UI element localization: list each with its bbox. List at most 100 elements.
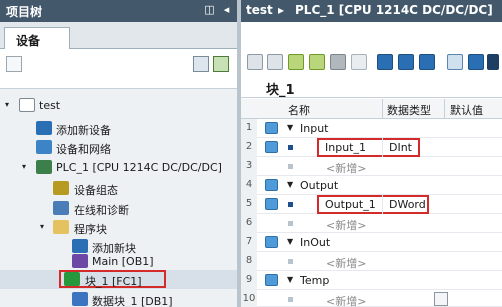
tree-options-icon[interactable] [213,56,229,72]
tree-item-label: test [39,99,61,112]
add-rows-icon[interactable] [309,54,325,70]
column-header-datatype[interactable]: 数据类型 [387,102,431,118]
interface-table-header: 名称 数据类型 默认值 [241,99,502,119]
column-header-name[interactable]: 名称 [288,102,310,118]
table-row[interactable]: 9 ▼ Temp [241,271,502,290]
collapse-panel-icon[interactable]: ◂ [220,3,233,17]
insert-row-icon[interactable] [247,54,263,70]
table-row[interactable]: 5 Output_1 DWord [241,195,502,214]
comment-icon[interactable] [447,54,463,70]
monitor-icon[interactable] [468,54,484,70]
load-values-icon[interactable] [351,54,367,70]
block-title: 块_1 [266,83,295,98]
add-device-icon [36,121,52,135]
tree-item-label: 块_1 [FC1] [85,275,142,288]
document-icon [19,98,35,112]
expand-arrow-icon[interactable]: ▼ [287,180,293,189]
tree-toolbar [0,49,237,89]
tree-item-label: 添加新设备 [56,124,111,137]
expand-arrow-icon[interactable]: ▼ [287,237,293,246]
input-section-icon [265,122,278,134]
param-marker-icon [288,164,293,169]
block-title-bar: 块_1 [241,76,502,98]
row-number: 6 [241,214,257,233]
more-tools-icon[interactable] [487,54,499,70]
add-row-icon[interactable] [288,54,304,70]
table-row[interactable]: 1 ▼ Input [241,119,502,138]
expand-arrow-icon[interactable]: ▾ [5,100,15,110]
tree-item-label: Main [OB1] [92,255,154,268]
cell-divider [382,195,383,214]
expand-arrow-icon[interactable]: ▼ [287,123,293,132]
breadcrumb-project[interactable]: test [246,3,273,17]
param-datatype[interactable]: DWord [389,198,426,211]
project-tree-panel: 项目树 ◫ ◂ 设备 ▾ test 添加新设备 设备和网络 ▾ PLC_1 [C… [0,0,237,307]
tree-item-label: 设备组态 [74,184,118,197]
tree-item-online-diagnostics[interactable]: 在线和诊断 [0,199,237,218]
table-row[interactable]: 8 <新增> [241,252,502,271]
snapshot-icon[interactable] [330,54,346,70]
tree-item-device-config[interactable]: 设备组态 [0,179,237,198]
row-number: 3 [241,157,257,176]
expand-arrow-icon[interactable]: ▾ [40,222,50,232]
add-new-row[interactable]: <新增> [326,160,366,176]
row-number: 10 [241,290,257,307]
new-item-icon[interactable] [6,56,22,72]
fc-block-icon [64,272,80,286]
outdent-icon[interactable] [419,54,435,70]
tree-item-devices-networks[interactable]: 设备和网络 [0,138,237,157]
tab-devices[interactable]: 设备 [4,27,70,50]
column-header-default[interactable]: 默认值 [450,102,483,118]
overview-icon[interactable] [193,56,209,72]
delete-row-icon[interactable] [267,54,283,70]
table-row[interactable]: 4 ▼ Output [241,176,502,195]
online-diagnostics-icon [53,201,69,215]
table-row[interactable]: 2 Input_1 DInt [241,138,502,157]
add-block-icon [72,239,88,253]
param-name[interactable]: Input_1 [325,141,366,154]
expand-arrow-icon[interactable]: ▼ [287,275,293,284]
tree-item-datablock1-db1[interactable]: 数据块_1 [DB1] [0,290,237,307]
add-new-row[interactable]: <新增> [326,293,366,307]
table-row[interactable]: 3 <新增> [241,157,502,176]
column-divider [382,99,383,119]
cell-divider [382,138,383,157]
block-editor: test ▸ PLC_1 [CPU 1214C DC/DC/DC] 块_1 名称… [241,0,502,307]
row-number: 4 [241,176,257,195]
tree-item-plc[interactable]: ▾ PLC_1 [CPU 1214C DC/DC/DC] [0,158,237,177]
tree-item-program-blocks[interactable]: ▾ 程序块 [0,218,237,237]
add-new-row[interactable]: <新增> [326,255,366,271]
tree-item-block1-fc1[interactable]: 块_1 [FC1] [0,270,237,289]
plc-icon [36,160,52,174]
breadcrumb-separator: ▸ [278,3,285,17]
input-param-icon [265,141,278,153]
table-row[interactable]: 7 ▼ InOut [241,233,502,252]
table-row[interactable]: 6 <新增> [241,214,502,233]
align-icon[interactable] [377,54,393,70]
add-new-row[interactable]: <新增> [326,217,366,233]
row-number: 7 [241,233,257,252]
section-name: Temp [300,274,330,287]
float-panel-icon[interactable]: ◫ [203,3,216,17]
breadcrumb-plc[interactable]: PLC_1 [CPU 1214C DC/DC/DC] [295,3,493,17]
row-number: 8 [241,252,257,271]
param-name[interactable]: Output_1 [325,198,376,211]
row-number: 1 [241,119,257,138]
column-divider [444,99,445,119]
table-row[interactable]: 10 <新增> [241,290,502,307]
tree-item-label: 在线和诊断 [74,204,129,217]
section-name: Output [300,179,339,192]
indent-icon[interactable] [398,54,414,70]
datatype-picker-icon[interactable] [434,292,448,306]
expand-arrow-icon[interactable]: ▾ [22,162,32,172]
param-datatype[interactable]: DInt [389,141,412,154]
tree-item-add-device[interactable]: 添加新设备 [0,119,237,138]
param-marker-icon [288,221,293,226]
tree-item-label: 程序块 [74,223,107,236]
tree-item-main-ob1[interactable]: Main [OB1] [0,252,237,271]
row-number: 5 [241,195,257,214]
inout-section-icon [265,236,278,248]
devices-networks-icon [36,140,52,154]
tree-item-test[interactable]: ▾ test [0,96,237,115]
param-marker-icon [288,259,293,264]
